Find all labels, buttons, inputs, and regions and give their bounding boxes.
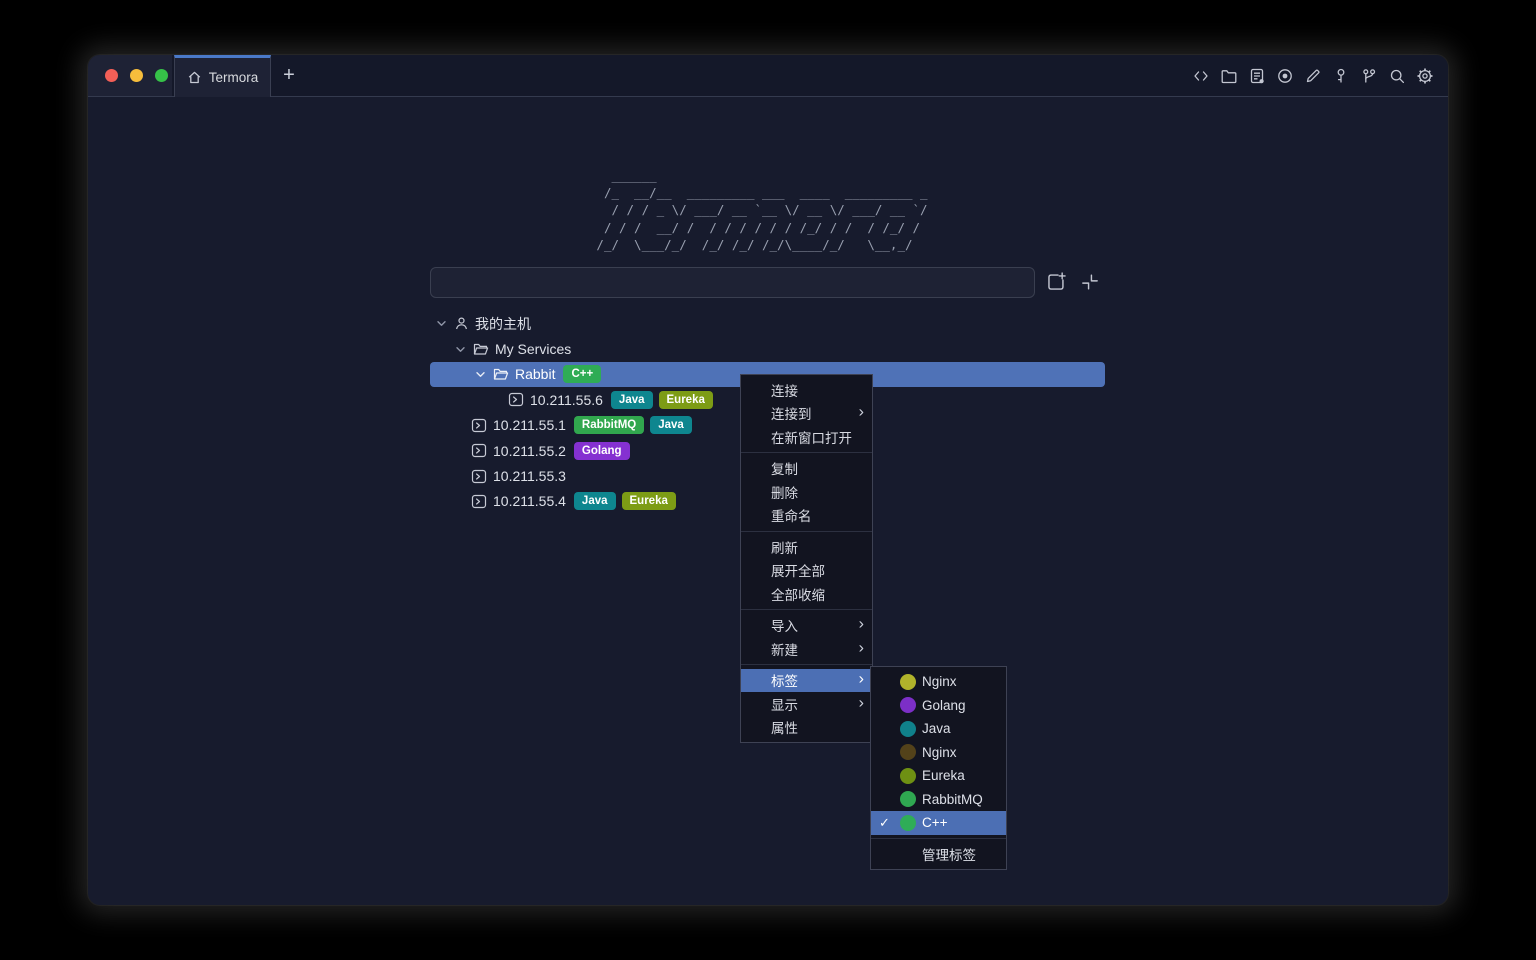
code-icon[interactable] bbox=[1192, 67, 1210, 85]
tag-badge: Golang bbox=[574, 442, 630, 460]
terminal-icon bbox=[471, 443, 487, 458]
record-icon[interactable] bbox=[1276, 67, 1294, 85]
ascii-logo: ______ /_ __/__ _________ ___ ____ _____… bbox=[596, 167, 927, 254]
menu-item-copy[interactable]: 复制 bbox=[741, 457, 872, 481]
keychain-icon[interactable] bbox=[1360, 67, 1378, 85]
titlebar: Termora + bbox=[88, 55, 1448, 97]
tag-badge: Java bbox=[650, 416, 692, 434]
tree-label: 10.211.55.2 bbox=[493, 443, 566, 459]
tab-termora[interactable]: Termora bbox=[174, 55, 271, 97]
tag-color-dot bbox=[900, 744, 916, 760]
tree-label: 10.211.55.6 bbox=[530, 392, 603, 408]
tag-color-dot bbox=[900, 791, 916, 807]
user-icon bbox=[454, 316, 469, 331]
traffic-light-zone bbox=[88, 55, 172, 96]
menu-item-import[interactable]: 导入› bbox=[741, 614, 872, 638]
add-host-button[interactable] bbox=[1043, 269, 1069, 295]
zoom-button[interactable] bbox=[155, 69, 168, 82]
home-icon bbox=[187, 70, 202, 85]
tag-badge: RabbitMQ bbox=[574, 416, 644, 434]
tab-label: Termora bbox=[209, 70, 259, 85]
menu-separator bbox=[741, 531, 872, 532]
menu-item-collapse-all[interactable]: 全部收缩 bbox=[741, 582, 872, 606]
tag-badge: Java bbox=[611, 391, 653, 409]
tree-label: 10.211.55.3 bbox=[493, 468, 566, 484]
close-button[interactable] bbox=[105, 69, 118, 82]
menu-separator bbox=[871, 838, 1006, 839]
menu-separator bbox=[741, 609, 872, 610]
menu-item-tags[interactable]: 标签› bbox=[741, 669, 872, 693]
tag-item-java[interactable]: Java bbox=[871, 717, 1006, 741]
folder-icon[interactable] bbox=[1220, 67, 1238, 85]
submenu-arrow-icon: › bbox=[859, 405, 864, 421]
submenu-arrow-icon: › bbox=[859, 617, 864, 633]
menu-item-rename[interactable]: 重命名 bbox=[741, 504, 872, 528]
tag-item-eureka[interactable]: Eureka bbox=[871, 764, 1006, 788]
tag-item-nginx-2[interactable]: Nginx bbox=[871, 741, 1006, 765]
tag-color-dot bbox=[900, 674, 916, 690]
key-icon[interactable] bbox=[1332, 67, 1350, 85]
edit-icon[interactable] bbox=[1304, 67, 1322, 85]
check-icon: ✓ bbox=[879, 815, 895, 831]
menu-item-new[interactable]: 新建› bbox=[741, 637, 872, 661]
menu-item-properties[interactable]: 属性 bbox=[741, 716, 872, 740]
collapse-all-button[interactable] bbox=[1077, 269, 1103, 295]
tree-label: My Services bbox=[495, 341, 571, 357]
menu-item-delete[interactable]: 删除 bbox=[741, 480, 872, 504]
context-menu: 连接 连接到› 在新窗口打开 复制 删除 重命名 刷新 展开全部 全部收缩 导入… bbox=[740, 374, 873, 743]
tag-color-dot bbox=[900, 697, 916, 713]
minimize-button[interactable] bbox=[130, 69, 143, 82]
terminal-icon bbox=[508, 392, 524, 407]
chevron-down-icon[interactable] bbox=[453, 342, 467, 356]
tree-row-my-hosts[interactable]: 我的主机 bbox=[430, 311, 1105, 336]
manage-tags-item[interactable]: 管理标签 bbox=[871, 843, 1006, 867]
tag-badge: Eureka bbox=[622, 492, 676, 510]
tag-submenu: Nginx Golang Java Nginx Eureka RabbitMQ bbox=[870, 666, 1007, 870]
tag-color-dot bbox=[900, 768, 916, 784]
tag-item-nginx[interactable]: Nginx bbox=[871, 670, 1006, 694]
settings-icon[interactable] bbox=[1416, 67, 1434, 85]
submenu-arrow-icon: › bbox=[859, 695, 864, 711]
tag-item-rabbitmq[interactable]: RabbitMQ bbox=[871, 788, 1006, 812]
tree-label: 我的主机 bbox=[475, 314, 531, 334]
tag-badge: C++ bbox=[563, 365, 601, 383]
toolbar bbox=[1192, 55, 1434, 96]
terminal-icon bbox=[471, 418, 487, 433]
log-icon[interactable] bbox=[1248, 67, 1266, 85]
chevron-down-icon[interactable] bbox=[473, 367, 487, 381]
search-input[interactable] bbox=[430, 267, 1035, 298]
app-window: Termora + bbox=[88, 55, 1448, 905]
tree-label: 10.211.55.4 bbox=[493, 493, 566, 509]
tag-color-dot bbox=[900, 721, 916, 737]
terminal-icon bbox=[471, 469, 487, 484]
chevron-down-icon[interactable] bbox=[434, 317, 448, 331]
menu-separator bbox=[741, 664, 872, 665]
tree-label: Rabbit bbox=[515, 366, 555, 382]
search-icon[interactable] bbox=[1388, 67, 1406, 85]
submenu-arrow-icon: › bbox=[859, 640, 864, 656]
tag-color-dot bbox=[900, 815, 916, 831]
menu-item-refresh[interactable]: 刷新 bbox=[741, 535, 872, 559]
tag-badge: Eureka bbox=[659, 391, 713, 409]
menu-item-connect-to[interactable]: 连接到› bbox=[741, 402, 872, 426]
menu-item-connect[interactable]: 连接 bbox=[741, 378, 872, 402]
menu-item-show[interactable]: 显示› bbox=[741, 692, 872, 716]
tag-badge: Java bbox=[574, 492, 616, 510]
new-tab-button[interactable]: + bbox=[272, 55, 306, 96]
tag-item-golang[interactable]: Golang bbox=[871, 694, 1006, 718]
menu-item-open-in-new-window[interactable]: 在新窗口打开 bbox=[741, 425, 872, 449]
tag-item-cpp-checked[interactable]: ✓ C++ bbox=[871, 811, 1006, 835]
tree-label: 10.211.55.1 bbox=[493, 417, 566, 433]
terminal-icon bbox=[471, 494, 487, 509]
folder-open-icon bbox=[473, 342, 489, 356]
menu-item-expand-all[interactable]: 展开全部 bbox=[741, 559, 872, 583]
tree-row-my-services[interactable]: My Services bbox=[430, 336, 1105, 361]
menu-separator bbox=[741, 452, 872, 453]
folder-open-icon bbox=[493, 367, 509, 381]
submenu-arrow-icon: › bbox=[859, 672, 864, 688]
